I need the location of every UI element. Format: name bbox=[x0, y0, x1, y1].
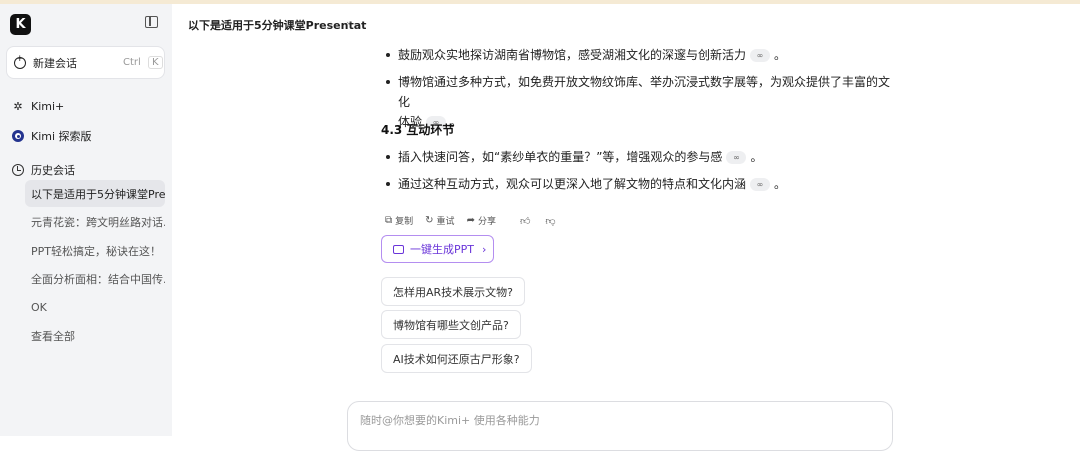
bullet-period: 。 bbox=[750, 150, 763, 164]
share-button[interactable]: ➦ 分享 bbox=[467, 214, 496, 227]
presentation-icon bbox=[393, 244, 404, 254]
bullet-text: 插入快速问答，如“素纱单衣的重量？”等，增强观众的参与感 bbox=[398, 150, 723, 164]
history-item[interactable]: 以下是适用于5分钟课堂Pre... bbox=[25, 180, 165, 207]
generate-ppt-label: 一键生成PPT bbox=[410, 243, 474, 256]
copy-button[interactable]: ⧉ 复制 bbox=[385, 214, 413, 227]
new-chat-label: 新建会话 bbox=[33, 56, 77, 70]
explore-icon bbox=[12, 130, 24, 142]
kimi-plus-icon: ✲ bbox=[13, 100, 23, 113]
reference-link-icon[interactable]: ∞ bbox=[750, 49, 771, 62]
sidebar-item-label: 历史会话 bbox=[31, 164, 75, 177]
refresh-icon: ↻ bbox=[425, 215, 434, 226]
bullet-period: 。 bbox=[774, 48, 787, 62]
history-item[interactable]: OK bbox=[25, 294, 165, 321]
suggestion-chip[interactable]: AI技术如何还原古尸形象? bbox=[381, 344, 532, 373]
chevron-down-icon[interactable]: ⌄ bbox=[345, 17, 353, 27]
thumbs-down-icon: 👎︎ bbox=[545, 215, 556, 227]
reference-link-icon[interactable]: ∞ bbox=[750, 178, 771, 191]
shortcut-k: K bbox=[148, 56, 163, 69]
suggestion-chip[interactable]: 博物馆有哪些文创产品? bbox=[381, 310, 521, 339]
generate-ppt-button[interactable]: 一键生成PPT › bbox=[381, 235, 494, 263]
view-all-history-link[interactable]: 查看全部 bbox=[25, 322, 165, 349]
sidebar-collapse-icon[interactable] bbox=[145, 16, 158, 28]
bullet-text: 博物馆通过多种方式，如免费开放文物纹饰库、举办沉浸式数字展等，为观众提供了丰富的… bbox=[398, 75, 891, 109]
thumbs-up-icon: 👍︎ bbox=[519, 215, 531, 227]
bullet-text: 通过这种互动方式，观众可以更深入地了解文物的特点和文化内涵 bbox=[398, 177, 747, 191]
chat-input-box bbox=[347, 401, 893, 451]
sidebar-item-label: Kimi 探索版 bbox=[31, 130, 92, 143]
section-heading: 4.3 互动环节 bbox=[381, 123, 455, 137]
share-label: 分享 bbox=[477, 217, 496, 227]
bullet-period: 。 bbox=[774, 177, 787, 191]
history-item[interactable]: PPT轻松搞定，秘诀在这！ bbox=[25, 237, 165, 264]
suggestion-chip[interactable]: 怎样用AR技术展示文物? bbox=[381, 277, 526, 306]
sidebar-item-explore[interactable]: Kimi 探索版 bbox=[12, 128, 92, 144]
sidebar: K 新建会话 Ctrl K ✲ Kimi+ Kimi 探索版 历史会话 以下是适… bbox=[0, 4, 172, 436]
kimi-logo[interactable]: K bbox=[10, 14, 31, 35]
sidebar-item-label: Kimi+ bbox=[31, 100, 65, 113]
list-item: 鼓励观众实地探访湖南省博物馆，感受湖湘文化的深邃与创新活力 ∞。 bbox=[386, 45, 896, 65]
bullet-text: 鼓励观众实地探访湖南省博物馆，感受湖湘文化的深邃与创新活力 bbox=[398, 48, 747, 62]
conversation-title[interactable]: 以下是适用于5分钟课堂Presentat bbox=[188, 17, 366, 33]
new-chat-icon bbox=[14, 54, 26, 69]
clock-icon bbox=[12, 164, 24, 176]
list-item: 通过这种互动方式，观众可以更深入地了解文物的特点和文化内涵 ∞。 bbox=[386, 174, 896, 194]
copy-icon: ⧉ bbox=[385, 215, 393, 226]
retry-button[interactable]: ↻ 重试 bbox=[425, 214, 454, 227]
share-icon: ➦ bbox=[466, 215, 475, 226]
retry-label: 重试 bbox=[436, 217, 455, 227]
shortcut-ctrl: Ctrl bbox=[123, 57, 141, 68]
sidebar-item-history[interactable]: 历史会话 bbox=[12, 162, 75, 178]
list-item: 博物馆通过多种方式，如免费开放文物纹饰库、举办沉浸式数字展等，为观众提供了丰富的… bbox=[386, 72, 896, 132]
new-chat-button[interactable]: 新建会话 Ctrl K bbox=[6, 46, 165, 79]
message-actions: ⧉ 复制 ↻ 重试 ➦ 分享 👍︎ 👎︎ bbox=[385, 214, 571, 227]
thumbs-down-button[interactable]: 👎︎ bbox=[545, 215, 558, 227]
reference-link-icon[interactable]: ∞ bbox=[726, 151, 747, 164]
list-item: 插入快速问答，如“素纱单衣的重量？”等，增强观众的参与感 ∞。 bbox=[386, 147, 896, 167]
thumbs-up-button[interactable]: 👍︎ bbox=[520, 215, 533, 227]
chevron-right-icon: › bbox=[482, 242, 487, 256]
chat-input[interactable] bbox=[360, 412, 860, 428]
history-item[interactable]: 元青花瓷：跨文明丝路对话... bbox=[25, 208, 165, 235]
history-item[interactable]: 全面分析面相：结合中国传... bbox=[25, 265, 165, 292]
sidebar-item-kimi-plus[interactable]: ✲ Kimi+ bbox=[12, 100, 64, 113]
copy-label: 复制 bbox=[395, 217, 414, 227]
